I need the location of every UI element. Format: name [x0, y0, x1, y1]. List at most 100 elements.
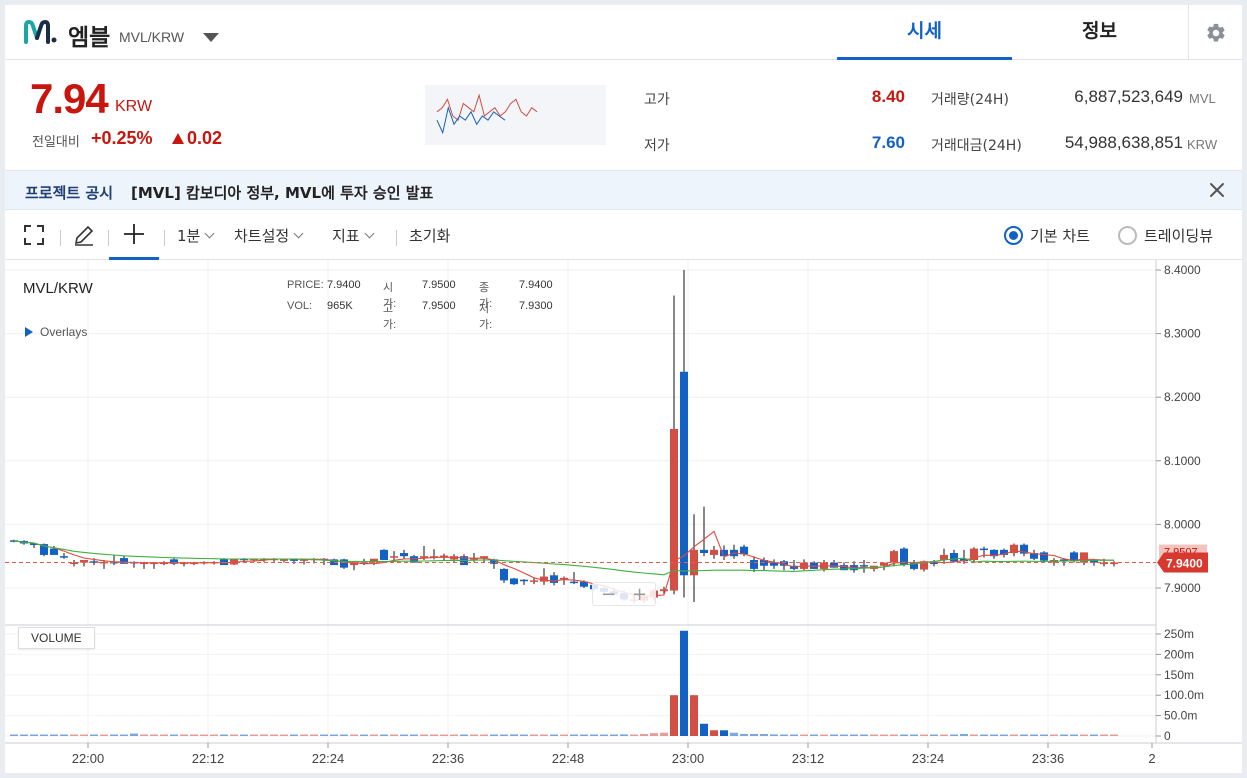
- volume-bar: [780, 734, 788, 736]
- current-price-tag: 7.95077.9400: [1157, 544, 1208, 573]
- volume-bar: [620, 734, 628, 736]
- volume-bar: [1100, 734, 1108, 736]
- candle-body: [570, 581, 578, 584]
- volume-bar: [290, 734, 298, 736]
- candle-body: [750, 560, 758, 569]
- interval-select[interactable]: 1분: [177, 210, 215, 260]
- reset-button[interactable]: 초기화: [409, 210, 450, 260]
- grid: [5, 260, 1156, 743]
- volume-bar: [540, 734, 548, 736]
- volume-bar: [430, 734, 438, 736]
- volume-bar: [970, 734, 978, 736]
- volume-bar: [60, 734, 68, 736]
- volume-bar: [870, 734, 878, 736]
- crosshair-icon[interactable]: [109, 210, 159, 260]
- volume-bar: [530, 734, 538, 736]
- candle-body: [530, 580, 538, 582]
- draw-pencil-icon[interactable]: [73, 210, 95, 260]
- volume-tick-label: 100.0m: [1164, 688, 1204, 702]
- notice-tag: 프로젝트 공시: [25, 184, 114, 202]
- mvl-logo-icon: [24, 19, 57, 44]
- volume-bar: [1030, 734, 1038, 736]
- time-tick-label: 22:48: [552, 751, 585, 766]
- tab-info[interactable]: 정보: [1012, 5, 1187, 60]
- chevron-down-icon: [293, 228, 304, 238]
- volume-bar: [1070, 734, 1078, 736]
- candle-body: [700, 549, 708, 554]
- volume-bar: [830, 734, 838, 736]
- volume-bar: [160, 734, 168, 736]
- ma-short-line: [13, 530, 1115, 597]
- volume-bar: [480, 734, 488, 736]
- volume-bar: [790, 734, 798, 736]
- change-amount: 0.02: [187, 128, 223, 148]
- coin-select-chevron-icon[interactable]: [203, 33, 219, 42]
- volume-bar: [450, 734, 458, 736]
- overlays-toggle[interactable]: Overlays: [25, 325, 87, 339]
- volume-bar: [610, 734, 618, 736]
- chart-settings-select[interactable]: 차트설정: [234, 210, 304, 260]
- amount-24h-value: 54,988,638,851: [1064, 133, 1183, 152]
- volume-bar: [190, 734, 198, 736]
- volume-bar: [320, 734, 328, 736]
- tradingview-radio[interactable]: 트레이딩뷰: [1118, 210, 1213, 260]
- candle-body: [500, 568, 508, 581]
- volume-tick-label: 50.0m: [1164, 709, 1197, 723]
- volume-tick-label: 250m: [1164, 627, 1194, 641]
- indicators-select[interactable]: 지표: [332, 210, 375, 260]
- notice-text[interactable]: [MVL] 캄보디아 정부, MVL에 투자 승인 발표: [131, 182, 433, 203]
- candlestick-chart[interactable]: 8.4000 8.3000 8.2000 8.1000 8.0000 7.9000 250m…: [5, 260, 1242, 773]
- volume-bar: [230, 734, 238, 736]
- volume-bar: [980, 734, 988, 736]
- volume-axis: 250m 200m 150m 100.0m 50.0m 0: [1156, 627, 1204, 743]
- candle-body: [660, 589, 668, 592]
- time-tick-label: 22:12: [192, 751, 225, 766]
- candle-body: [680, 371, 688, 576]
- volume-bar: [40, 734, 48, 736]
- price-sparkline: [425, 85, 606, 145]
- volume-bar: [580, 734, 588, 736]
- zoom-in-button[interactable]: +: [632, 584, 647, 605]
- volume-bar: [810, 734, 818, 736]
- price-currency: KRW: [115, 98, 153, 115]
- settings-gear-icon[interactable]: [1188, 5, 1242, 60]
- price-tick-label: 8.3000: [1164, 327, 1201, 341]
- volume-bar: [930, 734, 938, 736]
- volume-bar: [560, 734, 568, 736]
- volume-bar: [390, 734, 398, 736]
- price-tick-label: 8.0000: [1164, 517, 1201, 531]
- volume-bar: [590, 734, 598, 736]
- volume-bar: [650, 733, 658, 736]
- chart-canvas[interactable]: 8.4000 8.3000 8.2000 8.1000 8.0000 7.9000 250m…: [5, 260, 1242, 773]
- fullscreen-icon[interactable]: [23, 210, 45, 260]
- chevron-down-icon: [364, 228, 375, 238]
- volume-tick-label: 0: [1164, 729, 1171, 743]
- zoom-controls[interactable]: − +: [592, 582, 656, 606]
- project-notice-banner[interactable]: 프로젝트 공시 [MVL] 캄보디아 정부, MVL에 투자 승인 발표: [5, 170, 1242, 210]
- volume-bar: [1010, 734, 1018, 736]
- volume-bar: [700, 723, 708, 736]
- zoom-out-button[interactable]: −: [601, 584, 616, 605]
- up-triangle-icon: [172, 133, 184, 144]
- volume-bar: [10, 734, 18, 736]
- volume-bar: [900, 734, 908, 736]
- volume-bar: [340, 734, 348, 736]
- volume-bar: [20, 734, 28, 736]
- time-tick-label: 23:12: [792, 751, 825, 766]
- time-tick-label: 22:24: [312, 751, 345, 766]
- tab-price[interactable]: 시세: [837, 5, 1012, 60]
- volume-bar: [150, 734, 158, 736]
- volume-bar: [740, 733, 748, 736]
- basic-chart-radio[interactable]: 기본 차트: [1004, 210, 1090, 260]
- close-icon[interactable]: [1207, 180, 1227, 200]
- volume-bar: [570, 734, 578, 736]
- volume-bar: [180, 734, 188, 736]
- volume-bar: [730, 732, 738, 736]
- coin-name: 엠블: [68, 25, 111, 51]
- sparkline-blue: [436, 105, 506, 135]
- volume-bar: [100, 734, 108, 736]
- price-tag-label: 7.9400: [1166, 557, 1203, 571]
- candle-body: [520, 579, 528, 582]
- volume-24h-label: 거래량(24H): [931, 92, 1009, 108]
- volume-bar: [950, 734, 958, 736]
